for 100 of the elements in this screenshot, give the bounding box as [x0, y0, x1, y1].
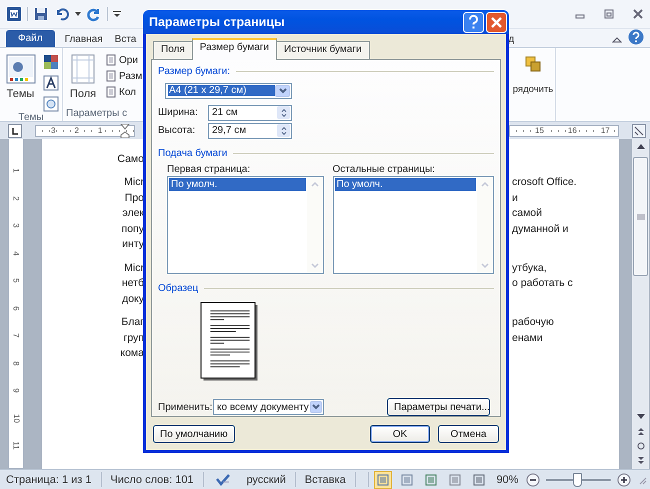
dialog-tab[interactable]: Размер бумаги — [192, 38, 277, 60]
page-count[interactable]: Страница: 1 из 1 — [3, 474, 95, 486]
close-icon[interactable] — [632, 8, 644, 20]
ruler-number: 10 — [12, 414, 20, 423]
ruler-number: 2 — [12, 196, 20, 200]
document-text: элек — [122, 207, 144, 220]
undo-icon[interactable] — [54, 6, 70, 22]
ruler-number: 3 — [50, 126, 56, 135]
dialog-tab[interactable]: Поля — [153, 41, 193, 60]
spinner-arrows-icon[interactable] — [280, 126, 288, 135]
document-text: утбука, — [512, 262, 547, 274]
list-label: Первая страница: — [167, 164, 252, 175]
document-text: кома — [120, 347, 144, 360]
paper-tray-list[interactable]: По умолч. — [332, 176, 494, 274]
document-text: попу — [122, 222, 144, 235]
scroll-down-icon[interactable] — [636, 411, 646, 421]
vertical-scrollbar[interactable] — [632, 139, 649, 469]
group-label: Темы — [18, 112, 44, 123]
ribbon-menu-button[interactable]: Разм — [105, 70, 142, 82]
tab-selector-icon[interactable] — [8, 124, 22, 138]
ruler-number: 1 — [96, 126, 104, 135]
indent-marker-icon[interactable] — [120, 124, 130, 138]
ribbon-menu-button[interactable]: Кол — [105, 86, 142, 98]
redo-icon[interactable] — [86, 6, 102, 22]
ruler-number: 15 — [534, 126, 545, 135]
document-text: о работать с — [512, 277, 573, 290]
paper-size-dropdown[interactable]: A4 (21 x 29,7 см) — [165, 82, 292, 99]
scroll-thumb[interactable] — [633, 157, 648, 276]
document-text: Про — [124, 192, 144, 204]
dialog-tab[interactable]: Источник бумаги — [276, 41, 370, 60]
list-item[interactable]: По умолч. — [334, 178, 476, 191]
zoom-slider-thumb[interactable] — [572, 472, 582, 486]
help-icon[interactable] — [463, 12, 484, 32]
cancel-button[interactable]: Отмена — [438, 425, 499, 443]
document-text: инту — [122, 238, 144, 250]
arrange-button[interactable]: рядочить — [512, 48, 554, 121]
ribbon-tab[interactable]: Файл — [6, 30, 55, 47]
document-text: самой — [512, 207, 542, 220]
theme-fonts-icon[interactable] — [42, 75, 58, 91]
document-text: груп — [124, 332, 144, 344]
document-text: Micr — [124, 262, 144, 274]
view-button[interactable] — [374, 470, 392, 488]
apply-to-dropdown[interactable]: ко всему документу — [213, 399, 324, 415]
zoom-in-icon[interactable] — [617, 472, 632, 486]
height-field[interactable]: 29,7 см — [208, 122, 292, 139]
ribbon-tab[interactable]: Вста — [108, 32, 142, 47]
resize-grip-icon[interactable] — [637, 474, 648, 484]
print-options-button[interactable]: Параметры печати... — [387, 398, 490, 416]
customize-icon[interactable] — [113, 10, 121, 18]
ruler-number: 1 — [12, 168, 20, 173]
field-label: Высота: — [158, 125, 196, 136]
dropdown-arrow-icon[interactable] — [75, 12, 81, 16]
browse-object-icon[interactable] — [636, 441, 646, 451]
document-text: Само — [117, 152, 144, 165]
ok-button[interactable]: OK — [370, 425, 430, 443]
ruler-number: 16 — [566, 126, 578, 135]
page-icon — [105, 54, 117, 66]
group-label: Параметры с — [66, 108, 128, 119]
save-icon[interactable] — [33, 6, 49, 22]
margins-button[interactable]: Поля — [66, 52, 100, 108]
themes-button[interactable]: Темы — [4, 52, 38, 112]
section-heading: Размер бумаги: — [158, 66, 230, 78]
document-text: Благ — [121, 316, 144, 328]
default-button[interactable]: По умолчанию — [153, 425, 235, 443]
ruler-number: 17 — [600, 126, 611, 135]
maximize-icon[interactable] — [603, 8, 615, 20]
width-field[interactable]: 21 см — [208, 104, 292, 121]
arrange-icon — [523, 54, 543, 74]
document-text: crosoft Office. — [512, 176, 577, 188]
next-page-icon[interactable] — [636, 456, 646, 466]
ribbon-menu-button[interactable]: Ори — [105, 54, 142, 66]
collapse-ribbon-icon[interactable] — [612, 35, 622, 45]
view-ruler-icon[interactable] — [632, 124, 646, 138]
page-icon — [105, 70, 117, 82]
spelling-check-icon[interactable] — [215, 472, 232, 488]
field-label: Ширина: — [158, 107, 199, 118]
document-text: Micr — [124, 176, 144, 188]
theme-effects-icon[interactable] — [42, 96, 58, 112]
ribbon-tab[interactable]: Главная — [58, 32, 109, 47]
list-item[interactable]: По умолч. — [169, 178, 306, 191]
document-text: нетб — [122, 277, 144, 290]
themes-icon — [6, 54, 36, 84]
help-icon[interactable] — [628, 29, 644, 45]
paper-tray-list[interactable]: По умолч. — [167, 176, 324, 274]
theme-colors-icon[interactable] — [42, 54, 58, 70]
document-text: доку — [122, 292, 144, 305]
insert-mode[interactable]: Вставка — [302, 474, 349, 486]
document-text: рабочую — [512, 316, 554, 328]
ruler-number: 11 — [12, 442, 20, 450]
word-logo-icon — [6, 6, 22, 22]
ruler-number: 4 — [12, 251, 20, 256]
list-label: Остальные страницы: — [332, 164, 436, 175]
language-label[interactable]: русский — [243, 474, 289, 486]
word-count[interactable]: Число слов: 101 — [107, 474, 197, 486]
zoom-out-icon[interactable] — [526, 472, 540, 486]
zoom-level[interactable]: 90% — [494, 474, 520, 486]
dialog-title: Параметры страницы — [149, 15, 285, 29]
scroll-up-icon[interactable] — [636, 142, 646, 152]
previous-page-icon[interactable] — [636, 426, 646, 436]
spinner-arrows-icon[interactable] — [280, 108, 288, 117]
